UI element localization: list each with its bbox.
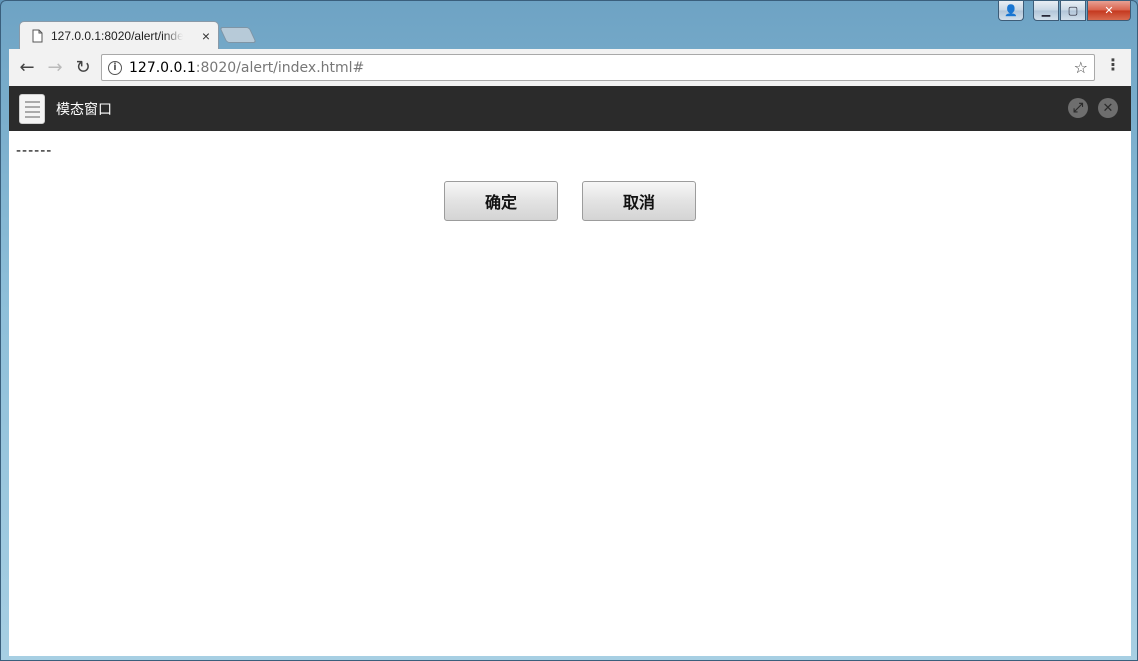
tab-title: 127.0.0.1:8020/alert/index.html: [51, 28, 183, 43]
modal-content-text: ------: [16, 143, 53, 159]
tab-active[interactable]: 127.0.0.1:8020/alert/index.html ×: [19, 21, 219, 49]
document-icon: [19, 93, 45, 124]
window-controls: 👤 ▁ ▢ ✕: [998, 1, 1131, 21]
url-text: 127.0.0.1:8020/alert/index.html#: [129, 59, 365, 76]
address-bar[interactable]: i 127.0.0.1:8020/alert/index.html# ☆: [101, 54, 1095, 81]
user-icon[interactable]: 👤: [998, 1, 1024, 21]
cancel-button[interactable]: 取消: [582, 181, 696, 221]
tab-strip: 127.0.0.1:8020/alert/index.html ×: [9, 19, 1131, 49]
info-icon[interactable]: i: [108, 60, 122, 75]
fullscreen-icon[interactable]: ⤢: [1068, 98, 1088, 118]
back-icon[interactable]: ←: [13, 54, 41, 82]
reload-icon[interactable]: ↻: [69, 54, 97, 82]
star-icon[interactable]: ☆: [1074, 58, 1088, 77]
modal-header: 模态窗口 ⤢ ✕: [9, 86, 1131, 131]
close-icon[interactable]: ✕: [1098, 98, 1118, 118]
tab-close-icon[interactable]: ×: [202, 28, 210, 44]
browser-toolbar: ← → ↻ i 127.0.0.1:8020/alert/index.html#…: [9, 49, 1131, 86]
minimize-button[interactable]: ▁: [1033, 1, 1059, 21]
modal-title: 模态窗口: [56, 101, 112, 118]
confirm-button[interactable]: 确定: [444, 181, 558, 221]
forward-icon[interactable]: →: [41, 54, 69, 82]
menu-icon[interactable]: ⋮: [1105, 57, 1121, 73]
page-viewport: 模态窗口 ⤢ ✕ ------ 确定 取消: [9, 86, 1131, 656]
browser-window: 👤 ▁ ▢ ✕ 127.0.0.1:8020/alert/index.html …: [0, 0, 1138, 661]
close-window-button[interactable]: ✕: [1087, 1, 1131, 21]
maximize-button[interactable]: ▢: [1060, 1, 1086, 21]
new-tab-button[interactable]: [219, 27, 257, 43]
page-icon: [32, 29, 43, 42]
